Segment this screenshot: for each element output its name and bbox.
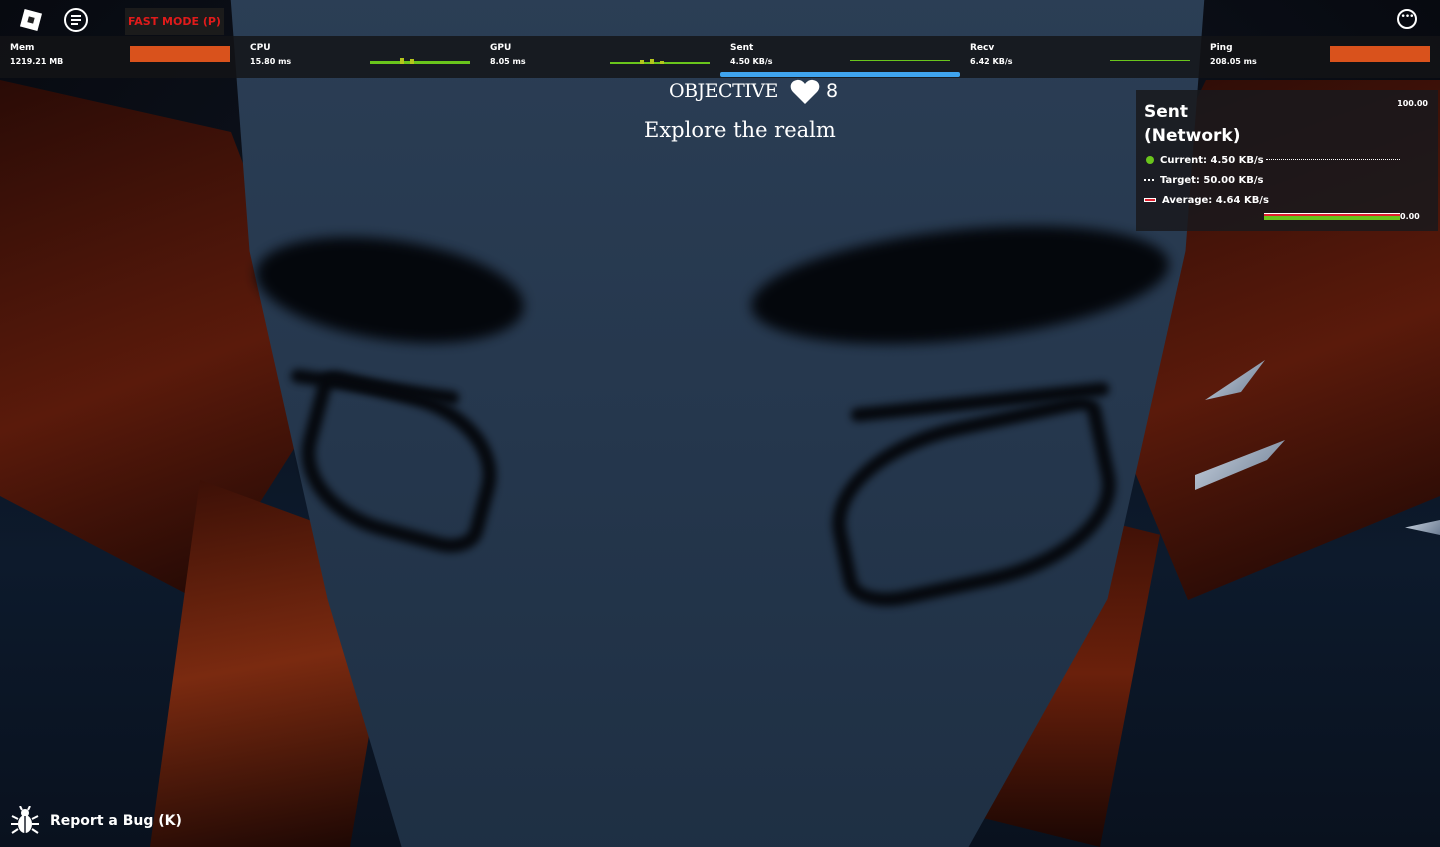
stat-cpu[interactable]: CPU 15.80 ms (240, 36, 480, 78)
stat-gpu[interactable]: GPU 8.05 ms (480, 36, 720, 78)
legend-average: Average: 4.64 KB/s (1144, 195, 1269, 206)
network-graph (1264, 210, 1400, 222)
red-line-icon (1144, 198, 1156, 202)
stat-value: 6.42 KB/s (970, 57, 1013, 66)
chat-icon[interactable] (64, 8, 88, 32)
stat-recv[interactable]: Recv 6.42 KB/s (960, 36, 1200, 78)
report-bug-label: Report a Bug (K) (50, 813, 182, 829)
fast-mode-button[interactable]: FAST MODE (P) (125, 8, 224, 35)
panel-title: Sent (Network) (1144, 102, 1241, 146)
stat-bar (1330, 46, 1430, 62)
stat-graph (1110, 60, 1190, 61)
stat-label: Sent (730, 43, 754, 53)
target-line (1266, 159, 1400, 160)
stat-bar (130, 46, 230, 62)
stat-graph (850, 60, 950, 61)
axis-max-label: 100.00 (1397, 99, 1428, 108)
hearts-count: 8 (826, 80, 839, 102)
current-fill (1264, 216, 1400, 220)
legend-target-text: Target: 50.00 KB/s (1160, 175, 1264, 186)
roblox-logo-icon[interactable] (18, 7, 44, 33)
dotted-line-icon (1144, 179, 1154, 181)
top-bar: FAST MODE (P) ••• (0, 0, 1440, 36)
stat-label: Recv (970, 43, 995, 53)
axis-min-label: 0.00 (1400, 212, 1420, 221)
performance-stats-bar: Mem 1219.21 MB CPU 15.80 ms GPU 8.05 ms … (0, 36, 1440, 78)
selected-indicator (720, 72, 960, 77)
stat-sent[interactable]: Sent 4.50 KB/s (720, 36, 960, 78)
stat-label: Mem (10, 43, 35, 53)
bug-icon (11, 806, 39, 834)
legend-current: Current: 4.50 KB/s (1144, 155, 1264, 166)
stat-ping[interactable]: Ping 208.05 ms (1200, 36, 1440, 78)
stat-label: GPU (490, 43, 512, 53)
stat-mem[interactable]: Mem 1219.21 MB (0, 36, 240, 78)
green-dot-icon (1146, 156, 1154, 164)
network-stats-panel: Sent (Network) 100.00 Current: 4.50 KB/s… (1136, 90, 1438, 231)
stat-value: 1219.21 MB (10, 57, 64, 66)
stat-value: 8.05 ms (490, 57, 526, 66)
legend-current-text: Current: 4.50 KB/s (1160, 155, 1264, 166)
stat-graph (370, 52, 470, 64)
objective-title: OBJECTIVE (669, 80, 778, 102)
objective-text: Explore the realm (644, 118, 836, 142)
stat-value: 15.80 ms (250, 57, 292, 66)
stat-value: 4.50 KB/s (730, 57, 773, 66)
legend-target: Target: 50.00 KB/s (1144, 175, 1264, 186)
heart-icon (790, 79, 820, 104)
more-options-icon[interactable]: ••• (1397, 9, 1417, 29)
stat-label: CPU (250, 43, 271, 53)
stat-value: 208.05 ms (1210, 57, 1257, 66)
stat-graph (610, 52, 710, 64)
stat-label: Ping (1210, 43, 1233, 53)
legend-average-text: Average: 4.64 KB/s (1162, 195, 1269, 206)
